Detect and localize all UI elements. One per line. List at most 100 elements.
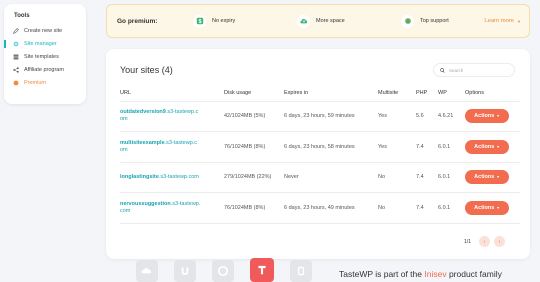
disk-usage: 279/1024MB (22%) (224, 162, 284, 193)
chevron-down-icon: ▼ (496, 205, 500, 210)
prev-page-button[interactable]: ‹ (478, 236, 490, 247)
star-icon (13, 80, 19, 86)
product-logos (136, 258, 328, 282)
column-header-multisite: Multisite (378, 85, 416, 102)
site-domain-cont: om (120, 146, 128, 153)
sidebar-item-label: Site manager (24, 41, 57, 48)
site-domain: .s3-tastewp.c (164, 139, 198, 146)
php-version: 5.6 (416, 101, 438, 132)
site-url-link[interactable]: nervoussuggestion.s3-tastewp. com (120, 192, 224, 224)
feature-label: Top support (420, 18, 449, 24)
cloud-icon (141, 268, 152, 274)
table-row: longlastingsite.s3-tastewp.com 279/1024M… (120, 162, 520, 193)
cloud-upload-icon (297, 14, 310, 28)
s-logo-icon (297, 266, 305, 276)
sidebar-item-site-manager[interactable]: Site manager (4, 38, 86, 51)
feature-label: No expiry (212, 18, 236, 24)
support-icon (401, 14, 414, 28)
dollar-icon: $ (193, 14, 206, 28)
pencil-icon (13, 28, 19, 35)
site-domain: .s3-tastewp.c (165, 109, 199, 116)
sidebar-item-label: Premium (24, 79, 47, 86)
site-url-link[interactable]: longlastingsite.s3-tastewp.com (120, 162, 224, 193)
footer-text-prefix: TasteWP is part of the (339, 269, 425, 279)
actions-label: Actions (474, 143, 495, 150)
tastewp-logo[interactable] (250, 258, 274, 282)
sites-table: URL Disk usage Expires in Multisite PHP … (120, 85, 520, 224)
multisite: Yes (378, 131, 416, 163)
column-header-expires-in: Expires in (284, 85, 378, 102)
actions-label: Actions (474, 204, 495, 211)
chevron-down-icon: ▼ (496, 175, 500, 180)
php-version: 7.4 (416, 131, 438, 163)
column-header-url: URL (120, 85, 224, 102)
expires-in: Never (284, 162, 378, 193)
next-page-button[interactable]: › (493, 236, 505, 247)
product-logo-1[interactable] (136, 260, 158, 282)
feature-top-support: Top support (401, 14, 471, 28)
chevron-down-icon: ▼ (496, 144, 500, 149)
actions-button[interactable]: Actions ▼ (465, 139, 509, 154)
sidebar-item-label: Affiliate program (24, 66, 64, 73)
table-header-row: URL Disk usage Expires in Multisite PHP … (120, 85, 520, 102)
banner-label: Go premium: (117, 17, 158, 25)
inisev-link[interactable]: Inisev (424, 269, 446, 279)
sidebar-item-site-templates[interactable]: Site templates (4, 51, 86, 64)
actions-button[interactable]: Actions ▼ (465, 109, 509, 124)
php-version: 7.4 (416, 162, 438, 193)
multisite: Yes (378, 101, 416, 132)
footer-text: TasteWP is part of the Inisev product fa… (339, 269, 502, 279)
expires-in: 6 days, 23 hours, 49 minutes (284, 192, 378, 224)
disk-usage: 42/1024MB (5%) (224, 101, 284, 132)
column-header-wp: WP (438, 85, 465, 102)
search-input[interactable] (449, 67, 509, 73)
t-logo-icon (258, 265, 266, 275)
footer-text-suffix: product family (446, 269, 502, 279)
site-domain: .s3-tastewp. (170, 200, 201, 207)
wp-version: 6.0.1 (438, 162, 465, 193)
feature-no-expiry: $ No expiry (193, 14, 283, 28)
chevron-down-icon: ▼ (517, 18, 521, 24)
sidebar-item-premium[interactable]: Premium (4, 76, 86, 89)
u-logo-icon (181, 267, 189, 275)
b-logo-icon (217, 265, 229, 277)
gear-icon (13, 41, 19, 47)
feature-more-space: More space (297, 14, 387, 28)
multisite: No (378, 162, 416, 193)
wp-version: 4.6.21 (438, 101, 465, 132)
multisite: No (378, 192, 416, 224)
page-indicator: 1/1 (464, 238, 471, 245)
table-row: outdatedversion9.s3-tastewp.c om 42/1024M… (120, 101, 520, 132)
site-domain-cont: com (120, 207, 131, 214)
pagination: 1/1 ‹ › (464, 236, 505, 247)
chevron-down-icon: ▼ (496, 114, 500, 119)
column-header-options: Options (465, 85, 520, 102)
search-box[interactable] (433, 63, 515, 77)
learn-more-label: Learn more (484, 18, 515, 24)
column-header-disk-usage: Disk usage (224, 85, 284, 102)
actions-button[interactable]: Actions ▼ (465, 170, 509, 185)
sidebar-item-affiliate-program[interactable]: Affiliate program (4, 63, 86, 76)
sidebar: Tools Create new site Site manager Site … (4, 4, 86, 104)
page-title: Your sites (4) (120, 65, 173, 75)
site-name: longlastingsite (120, 173, 159, 180)
expires-in: 6 days, 23 hours, 59 minutes (284, 101, 378, 132)
wp-version: 6.0.1 (438, 131, 465, 163)
wp-version: 6.0.1 (438, 192, 465, 224)
learn-more-link[interactable]: Learn more ▼ (484, 18, 521, 24)
disk-usage: 76/1024MB (8%) (224, 131, 284, 163)
site-name: outdatedversion9 (120, 109, 166, 116)
site-url-link[interactable]: outdatedversion9.s3-tastewp.c om (120, 101, 224, 132)
product-logo-3[interactable] (212, 260, 234, 282)
sidebar-item-label: Site templates (24, 53, 59, 60)
site-name: multisiteexample (120, 139, 165, 146)
php-version: 7.4 (416, 192, 438, 224)
actions-label: Actions (474, 174, 495, 181)
feature-label: More space (316, 18, 345, 24)
site-url-link[interactable]: multisiteexample.s3-tastewp.c om (120, 131, 224, 163)
product-logo-5[interactable] (290, 260, 312, 282)
product-logo-2[interactable] (174, 260, 196, 282)
sidebar-item-create-new-site[interactable]: Create new site (4, 25, 86, 38)
actions-button[interactable]: Actions ▼ (465, 200, 509, 215)
share-icon (13, 67, 19, 73)
